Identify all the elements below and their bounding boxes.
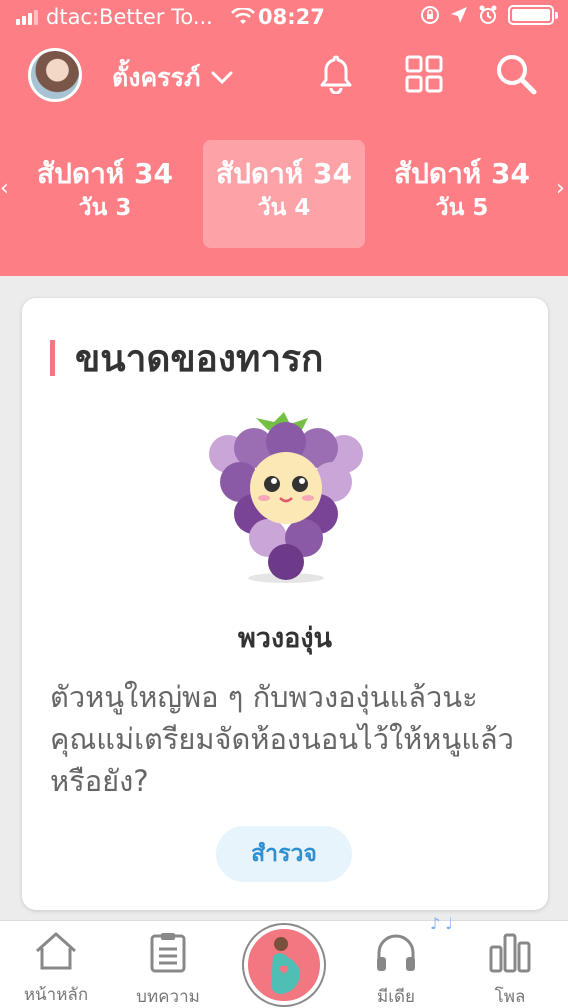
apps-button[interactable] — [402, 52, 446, 96]
grid-icon — [405, 55, 443, 93]
chevron-right-icon: › — [556, 176, 565, 201]
carrier-label: dtac:Better To... — [46, 5, 213, 29]
week-item[interactable]: สัปดาห์ 34 วัน 5 — [381, 140, 543, 248]
card-title: ขนาดของทารก — [75, 336, 324, 380]
battery-icon — [508, 5, 558, 25]
tab-label: โพล — [494, 987, 526, 1007]
alarm-icon — [479, 5, 497, 24]
clipboard-icon — [150, 933, 186, 973]
baby-size-card: ขนาดของทารก พวงองุ่น ตัวหนูใหญ่พอ ๆ กับพ… — [22, 298, 548, 910]
tab-label: บทความ — [136, 987, 200, 1007]
pregnant-woman-icon — [271, 937, 300, 994]
top-bar: ตั้งครรภ์ — [0, 44, 568, 104]
week-label: สัปดาห์ 34 — [216, 157, 352, 190]
bell-icon — [320, 55, 352, 94]
week-item[interactable]: สัปดาห์ 34 วัน 3 — [24, 140, 186, 248]
week-label: สัปดาห์ 34 — [37, 157, 173, 190]
explore-button[interactable]: สำรวจ — [216, 826, 352, 882]
tab-media[interactable]: มีเดีย — [346, 931, 446, 1008]
location-icon — [451, 7, 467, 23]
app-header: dtac:Better To... 08:27 ตั้งครรภ์ ‹ สัปด… — [0, 0, 568, 276]
rotation-lock-icon — [421, 6, 439, 24]
headphones-icon — [377, 934, 415, 971]
username-label: ตั้งครรภ์ — [112, 63, 201, 92]
clock: 08:27 — [258, 5, 325, 29]
tab-label: มีเดีย — [376, 987, 416, 1007]
day-label: วัน 3 — [78, 195, 132, 221]
status-bar: dtac:Better To... 08:27 — [0, 0, 568, 36]
search-icon — [497, 55, 537, 95]
card-heading: ขนาดของทารก — [50, 337, 323, 380]
bar-chart-icon — [489, 933, 531, 973]
music-note-icon: ♪ ♩ — [430, 914, 453, 933]
tab-polls[interactable]: โพล — [460, 931, 560, 1008]
profile-selector[interactable]: ตั้งครรภ์ — [112, 58, 233, 98]
wifi-icon — [230, 8, 255, 24]
heading-accent — [50, 340, 55, 376]
bottom-tab-bar: หน้าหลัก บทความ มีเดีย โพล — [0, 920, 568, 1008]
day-label: วัน 4 — [257, 195, 311, 221]
grape-illustration — [209, 412, 363, 583]
avatar[interactable] — [28, 48, 82, 102]
signal-icon — [16, 9, 38, 25]
notification-button[interactable] — [314, 52, 358, 96]
search-button[interactable] — [494, 52, 538, 96]
chevron-left-icon: ‹ — [0, 176, 9, 201]
pregnancy-center-button[interactable] — [244, 925, 324, 1005]
home-icon — [35, 932, 77, 970]
day-label: วัน 5 — [435, 195, 489, 221]
tab-articles[interactable]: บทความ — [118, 931, 218, 1008]
tab-label: หน้าหลัก — [23, 985, 89, 1005]
fruit-name: พวงองุ่น — [238, 623, 332, 654]
chevron-down-icon — [211, 71, 233, 85]
tab-home[interactable]: หน้าหลัก — [6, 931, 106, 1008]
week-label: สัปดาห์ 34 — [394, 157, 530, 190]
size-description: ตัวหนูใหญ่พอ ๆ กับพวงองุ่นแล้วนะ คุณแม่เ… — [50, 680, 514, 798]
week-selector: ‹ สัปดาห์ 34 วัน 3 สัปดาห์ 34 วัน 4 สัปด… — [0, 138, 568, 248]
week-item-selected[interactable]: สัปดาห์ 34 วัน 4 — [203, 140, 365, 248]
